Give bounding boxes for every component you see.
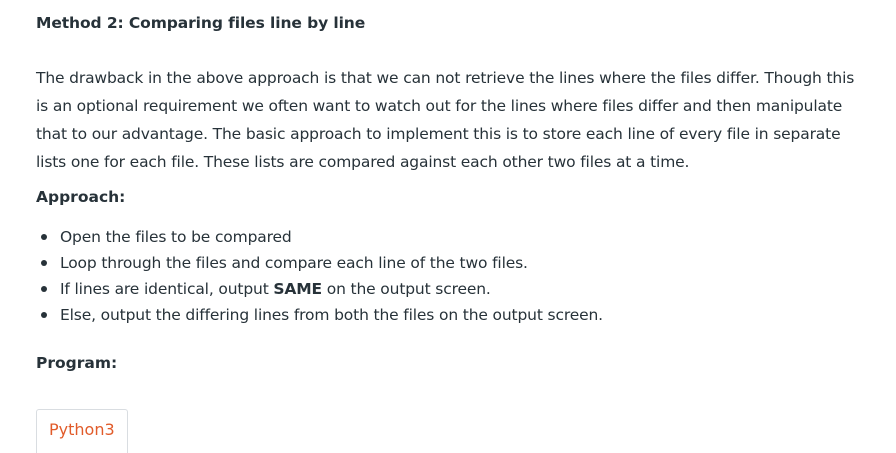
program-label: Program: xyxy=(36,354,118,372)
code-language-tab[interactable]: Python3 xyxy=(36,409,128,453)
bullet-icon xyxy=(41,312,47,318)
list-item: Else, output the differing lines from bo… xyxy=(36,302,603,328)
description-paragraph: The drawback in the above approach is th… xyxy=(36,69,855,171)
bullet-icon xyxy=(41,286,47,292)
list-item-text: Else, output the differing lines from bo… xyxy=(60,306,603,324)
list-item: Open the files to be compared xyxy=(36,224,603,250)
list-item: If lines are identical, output SAME on t… xyxy=(36,276,603,302)
bullet-icon xyxy=(41,260,47,266)
list-item-text-after: on the output screen. xyxy=(321,280,491,298)
list-item-text: Open the files to be compared xyxy=(60,228,292,246)
approach-label: Approach: xyxy=(36,188,126,206)
list-item: Loop through the files and compare each … xyxy=(36,250,603,276)
list-item-text-before: If lines are identical, output xyxy=(60,280,274,298)
list-item-bold-keyword: SAME xyxy=(273,280,322,298)
list-item-text: Loop through the files and compare each … xyxy=(60,254,528,272)
bullet-icon xyxy=(41,234,47,240)
section-heading: Method 2: Comparing files line by line xyxy=(36,14,366,32)
approach-steps-list: Open the files to be compared Loop throu… xyxy=(36,224,603,328)
code-tab-label: Python3 xyxy=(49,420,115,439)
